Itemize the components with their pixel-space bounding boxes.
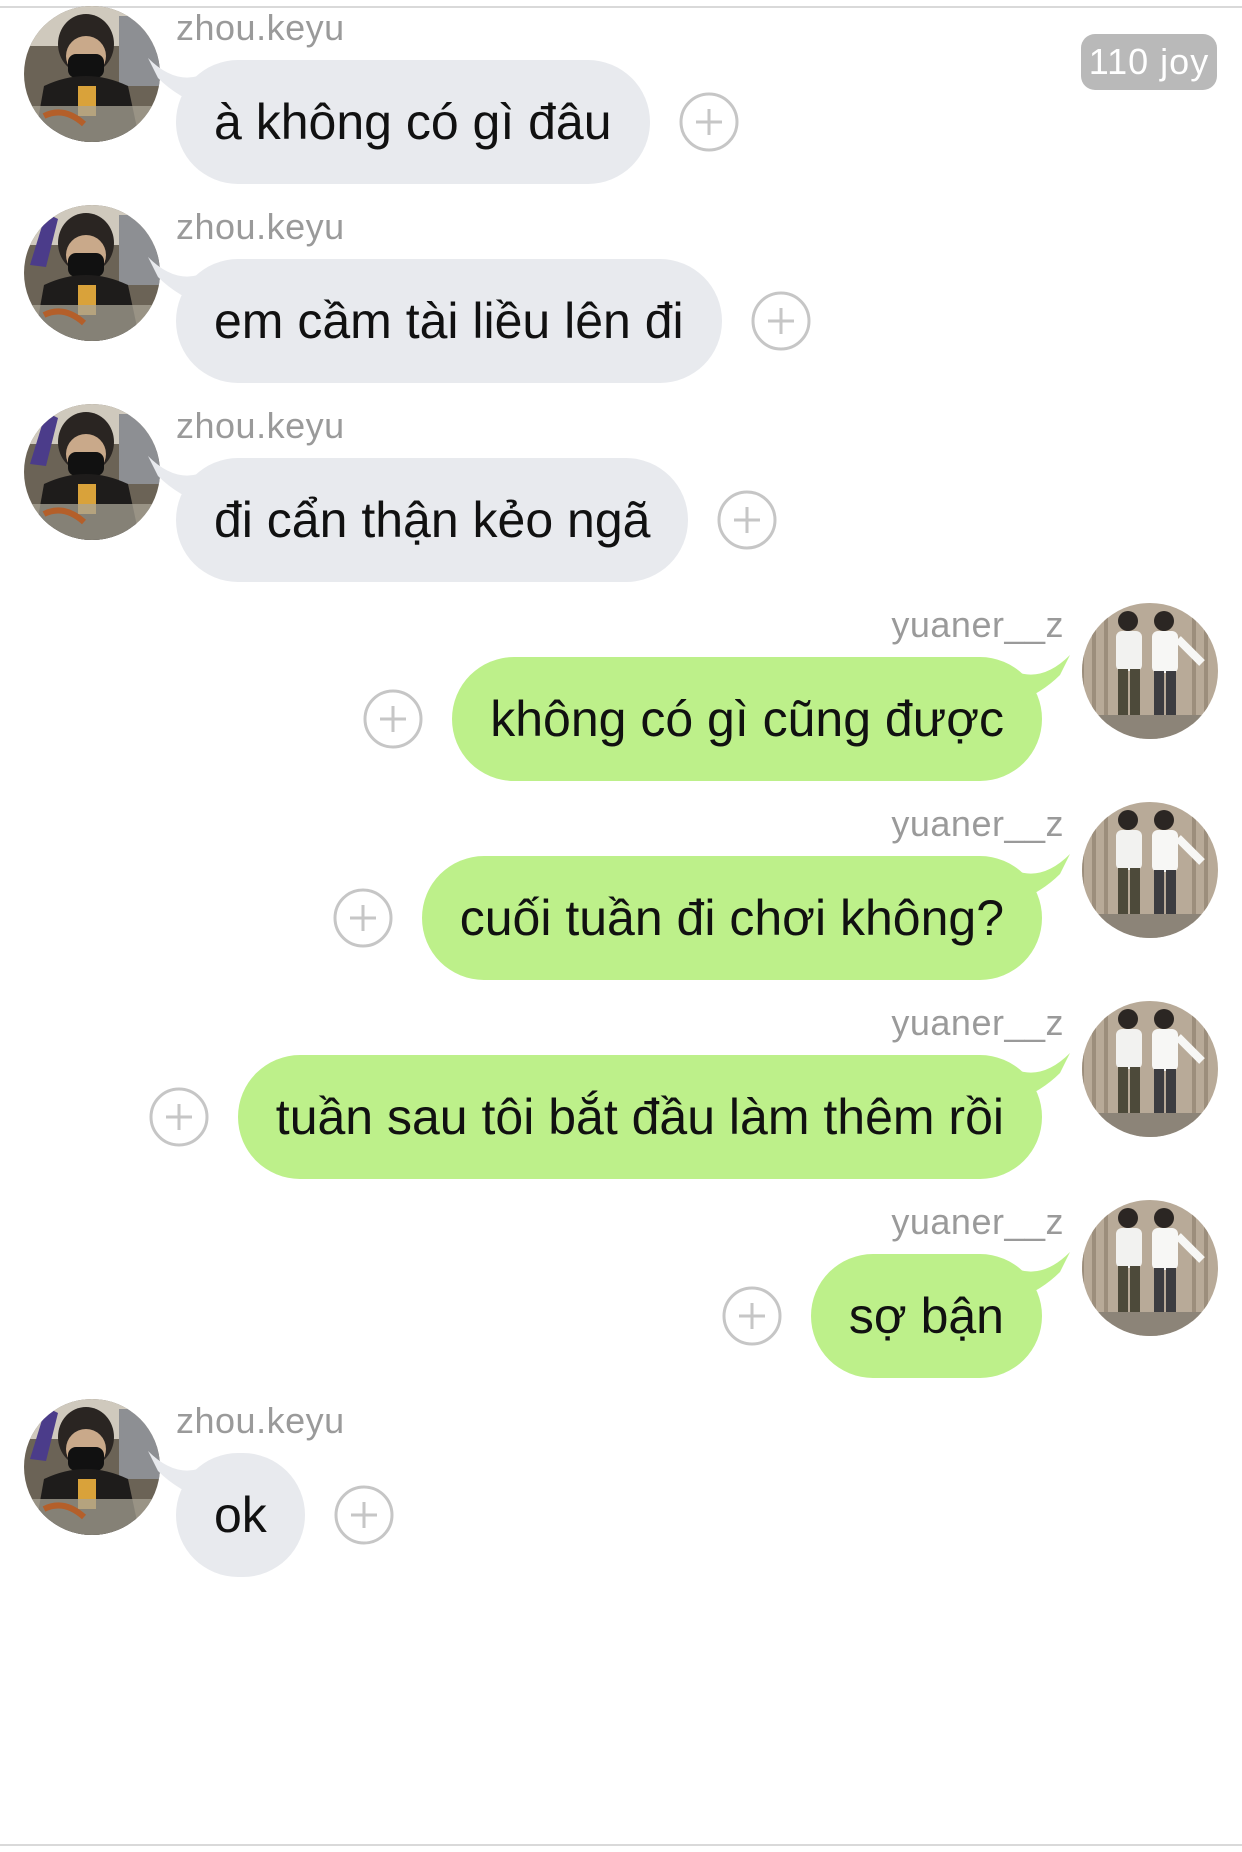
avatar-yuaner-z[interactable] bbox=[1082, 1200, 1218, 1336]
bubble-tail-icon bbox=[1010, 1252, 1070, 1302]
avatar-yuaner-z[interactable] bbox=[1082, 1001, 1218, 1137]
bubble-tail-icon bbox=[1010, 854, 1070, 904]
avatar-zhou-keyu[interactable] bbox=[24, 1399, 160, 1535]
message-bubble[interactable]: à không có gì đâu bbox=[148, 58, 650, 184]
bubble-tail-icon bbox=[148, 456, 208, 506]
bubble-tail-icon bbox=[148, 257, 208, 307]
message-row: zhou.keyu đi cẩn thận kẻo ngã bbox=[0, 398, 1242, 598]
add-reaction-icon[interactable] bbox=[333, 1484, 395, 1546]
sender-name: zhou.keyu bbox=[176, 1400, 345, 1441]
avatar-zhou-keyu[interactable] bbox=[24, 205, 160, 341]
message-text: không có gì cũng được bbox=[490, 691, 1004, 747]
bubble-tail-icon bbox=[1010, 655, 1070, 705]
sender-name: yuaner__z bbox=[891, 803, 1064, 844]
message-bubble[interactable]: ok bbox=[148, 1451, 305, 1577]
message-bubble[interactable]: sợ bận bbox=[810, 1252, 1070, 1378]
message-row: zhou.keyu à không có gì đâu bbox=[0, 0, 1242, 200]
message-row: zhou.keyu em cầm tài liều lên đi bbox=[0, 199, 1242, 399]
bubble-tail-icon bbox=[1010, 1053, 1070, 1103]
message-text: à không có gì đâu bbox=[214, 94, 612, 150]
bubble-tail-icon bbox=[148, 58, 208, 108]
bubble-group: à không có gì đâu bbox=[148, 58, 740, 184]
message-bubble[interactable]: tuần sau tôi bắt đầu làm thêm rồi bbox=[237, 1053, 1070, 1179]
sender-name: zhou.keyu bbox=[176, 206, 345, 247]
message-bubble[interactable]: em cầm tài liều lên đi bbox=[148, 257, 722, 383]
avatar-zhou-keyu[interactable] bbox=[24, 6, 160, 142]
message-text: đi cẩn thận kẻo ngã bbox=[214, 492, 651, 548]
bubble-group: sợ bận bbox=[721, 1252, 1070, 1378]
sender-name: zhou.keyu bbox=[176, 7, 345, 48]
avatar-yuaner-z[interactable] bbox=[1082, 603, 1218, 739]
sender-name: zhou.keyu bbox=[176, 405, 345, 446]
add-reaction-icon[interactable] bbox=[362, 688, 424, 750]
add-reaction-icon[interactable] bbox=[721, 1285, 783, 1347]
avatar-zhou-keyu[interactable] bbox=[24, 404, 160, 540]
message-text: tuần sau tôi bắt đầu làm thêm rồi bbox=[275, 1089, 1004, 1145]
sender-name: yuaner__z bbox=[891, 604, 1064, 645]
bottom-divider bbox=[0, 1844, 1242, 1846]
avatar-yuaner-z[interactable] bbox=[1082, 802, 1218, 938]
sender-name: yuaner__z bbox=[891, 1002, 1064, 1043]
message-bubble[interactable]: đi cẩn thận kẻo ngã bbox=[148, 456, 689, 582]
bubble-group: cuối tuần đi chơi không? bbox=[332, 854, 1070, 980]
add-reaction-icon[interactable] bbox=[332, 887, 394, 949]
bubble-tail-icon bbox=[148, 1451, 208, 1501]
message-row: yuaner__z cuối tuần đi chơi không? bbox=[0, 796, 1242, 996]
message-text: sợ bận bbox=[848, 1288, 1004, 1344]
add-reaction-icon[interactable] bbox=[678, 91, 740, 153]
bubble-group: đi cẩn thận kẻo ngã bbox=[148, 456, 778, 582]
message-row: yuaner__z tuần sau tôi bắt đầu làm thêm … bbox=[0, 995, 1242, 1195]
bubble-group: tuần sau tôi bắt đầu làm thêm rồi bbox=[148, 1053, 1070, 1179]
add-reaction-icon[interactable] bbox=[716, 489, 778, 551]
message-text: ok bbox=[214, 1487, 267, 1543]
message-row: yuaner__z sợ bận bbox=[0, 1194, 1242, 1394]
message-bubble[interactable]: cuối tuần đi chơi không? bbox=[421, 854, 1070, 980]
message-row: zhou.keyu ok bbox=[0, 1393, 1242, 1593]
bubble-group: ok bbox=[148, 1451, 395, 1577]
sender-name: yuaner__z bbox=[891, 1201, 1064, 1242]
message-bubble[interactable]: không có gì cũng được bbox=[452, 655, 1070, 781]
bubble-group: em cầm tài liều lên đi bbox=[148, 257, 812, 383]
add-reaction-icon[interactable] bbox=[148, 1086, 210, 1148]
add-reaction-icon[interactable] bbox=[750, 290, 812, 352]
bubble-group: không có gì cũng được bbox=[362, 655, 1070, 781]
message-text: cuối tuần đi chơi không? bbox=[459, 890, 1004, 946]
message-text: em cầm tài liều lên đi bbox=[214, 293, 684, 349]
message-row: yuaner__z không có gì cũng được bbox=[0, 597, 1242, 797]
